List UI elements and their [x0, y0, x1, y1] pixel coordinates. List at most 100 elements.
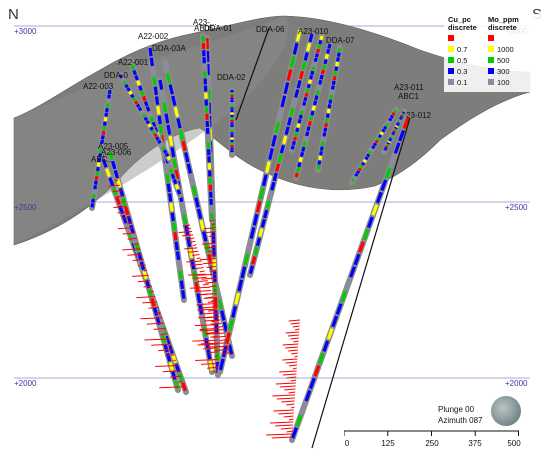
elevation-label-2000-right: +2000 [505, 379, 528, 388]
cu-assay-segment [366, 153, 371, 158]
mo-assay-bar [292, 325, 300, 328]
cu-assay-segment [303, 52, 309, 61]
mo-assay-bar [288, 319, 301, 322]
hole-label-dda-03a[interactable]: DDA-03A [152, 44, 186, 53]
cu-assay-segment [389, 135, 394, 139]
scale-bar: 0 125 250 375 500 [344, 430, 521, 450]
cu-assay-segment [149, 126, 154, 131]
hole-label-dda-02[interactable]: DDA-02 [217, 73, 245, 82]
mo-assay-bar [281, 400, 295, 403]
cu-assay-segment [334, 66, 339, 72]
cu-assay-segment [184, 152, 190, 163]
cu-assay-segment [379, 131, 384, 136]
cu-assay-segment [355, 170, 361, 175]
cu-assay-segment [298, 70, 305, 80]
legend-mo-item: 300 [488, 67, 510, 76]
cu-assay-segment [130, 93, 135, 99]
mo-assay-bar [288, 349, 299, 352]
hole-label-a23-011[interactable]: A23-011 [394, 83, 424, 92]
cu-assay-segment [94, 175, 99, 181]
elevation-label-2500-left: +2500 [14, 203, 37, 212]
cu-assay-segment [315, 89, 320, 96]
legend-cu-value: 0.5 [457, 55, 468, 65]
cu-assay-segment [136, 80, 141, 86]
cu-assay-segment [160, 146, 166, 151]
cu-assay-segment [166, 183, 172, 193]
mo-assay-bar [189, 286, 210, 289]
cu-assay-segment [106, 98, 111, 104]
legend-mo-item: 500 [488, 56, 510, 65]
cu-assay-segment [309, 75, 314, 80]
cu-assay-segment [270, 181, 276, 191]
cu-assay-segment [147, 123, 152, 128]
mo-assay-bar [202, 283, 209, 286]
legend-cu-item [448, 34, 457, 42]
cu-assay-segment [364, 156, 369, 161]
cu-assay-segment [171, 222, 177, 231]
cu-assay-segment [391, 131, 396, 135]
mo-assay-bar [196, 257, 201, 260]
cu-assay-segment [134, 75, 139, 81]
hole-label-a23-010[interactable]: A23-010 [298, 27, 328, 36]
cu-assay-segment [318, 79, 323, 85]
cu-assay-segment [329, 94, 334, 100]
hole-label-a22-002[interactable]: A22-002 [138, 32, 168, 41]
cu-assay-segment [124, 206, 130, 216]
scale-tick-125: 125 [381, 439, 395, 448]
cu-assay-segment [354, 172, 359, 177]
cu-assay-segment [158, 125, 164, 134]
cu-assay-segment [105, 103, 110, 108]
hole-label-abc1-right[interactable]: ABC1 [398, 92, 419, 101]
legend-mo-item: 100 [488, 78, 510, 87]
drillhole-section-view: N S +3000 +3000 +2500 +2500 +2000 +2000 … [0, 0, 550, 454]
cu-assay-segment [323, 127, 328, 133]
cu-assay-segment [306, 42, 312, 52]
mo-assay-bar [279, 385, 296, 388]
cu-assay-segment [299, 110, 304, 115]
cu-assay-segment [92, 189, 97, 194]
cu-assay-segment [263, 209, 269, 219]
cu-assay-segment [138, 85, 143, 91]
cu-assay-segment [260, 218, 266, 228]
legend-cu-item: 0.7 [448, 45, 467, 54]
view-orientation-compass-icon[interactable] [491, 396, 521, 426]
mo-assay-bar [282, 343, 299, 346]
hole-label-a22-001[interactable]: A22-001 [118, 58, 148, 67]
cu-assay-segment [337, 47, 342, 53]
cu-assay-segment [304, 92, 309, 98]
hole-label-dda-06[interactable]: DDA-06 [256, 25, 284, 34]
mo-assay-bar [287, 334, 300, 337]
hole-label-abc-left[interactable]: ABC... [91, 155, 114, 164]
cu-assay-segment [310, 70, 315, 76]
cu-assay-segment [295, 167, 301, 173]
azimuth-label: Azimuth 087 [438, 416, 483, 425]
hole-label-dda-07[interactable]: DDA-07 [326, 36, 354, 45]
hole-label-dda-01[interactable]: DDA-01 [204, 24, 232, 33]
cu-assay-segment [93, 180, 98, 185]
cu-assay-segment [331, 80, 336, 86]
cu-assay-segment [279, 144, 285, 154]
cu-assay-segment [217, 299, 223, 310]
cu-assay-segment [306, 83, 311, 89]
hole-label-a22-003[interactable]: A22-003 [83, 82, 113, 91]
elevation-label-2500-right: +2500 [505, 203, 528, 212]
hole-label-a23-012[interactable]: 23-012 [406, 111, 431, 120]
cu-assay-segment [152, 76, 157, 86]
legend-mo-swatch [488, 57, 494, 63]
scale-tick-375: 375 [468, 439, 482, 448]
cu-assay-segment [162, 102, 168, 113]
cu-assay-segment [326, 108, 331, 114]
cu-assay-segment [147, 288, 153, 298]
cu-assay-segment [166, 163, 172, 169]
cu-assay-segment [129, 224, 135, 234]
cu-assay-segment [143, 116, 149, 122]
cu-assay-segment [174, 241, 179, 251]
cu-assay-segment [367, 150, 372, 155]
hole-label-dda-0[interactable]: DDA-0 [104, 71, 128, 80]
cu-assay-segment [90, 203, 95, 208]
cu-assay-segment [301, 61, 307, 71]
cu-assay-segment [153, 133, 158, 138]
cu-assay-segment [166, 72, 172, 84]
cu-assay-segment [107, 94, 111, 99]
cu-assay-segment [289, 107, 295, 117]
